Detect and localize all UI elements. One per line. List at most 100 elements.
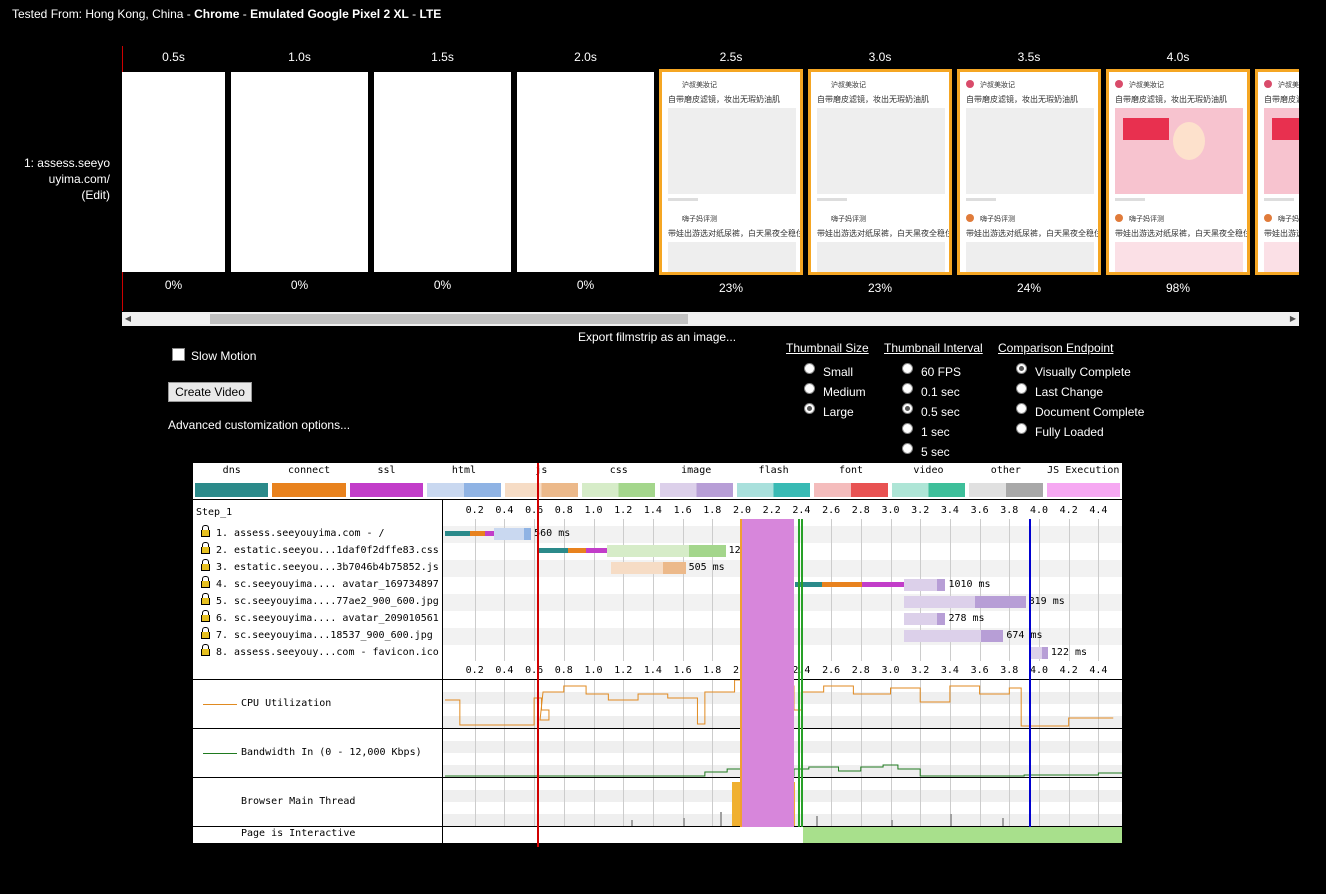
legend-item-dns: dns xyxy=(193,463,270,499)
legend-swatch xyxy=(814,483,888,497)
legend-label: flash xyxy=(758,465,789,476)
thumb-photo xyxy=(1115,108,1243,194)
request-row-label[interactable]: 6. sc.seeyouyima.... avatar_209010561 xyxy=(201,610,439,624)
filmstrip: 0.5s 0% 1.0s 0% 1.5s 0% 2.0s 0% 2.5s 沪叔美妝记 自带磨皮滤镜，… xyxy=(122,46,1299,327)
filmstrip-thumbnail[interactable] xyxy=(374,72,511,272)
legend-label: image xyxy=(681,465,712,476)
radio-5-sec[interactable] xyxy=(902,443,913,454)
radio-large[interactable] xyxy=(804,403,815,414)
option-label-large: Large xyxy=(823,405,854,419)
request-row-label[interactable]: 2. estatic.seeyou...1daf0f2dffe83.css xyxy=(201,542,439,556)
axis-tick-label: 1.0 xyxy=(584,505,603,516)
request-download-segment xyxy=(688,545,726,557)
option-label-0-1-sec: 0.1 sec xyxy=(921,385,960,399)
thumb-title-text: 带娃出游选对纸尿裤，白天黑夜全稳住 xyxy=(966,229,1101,238)
main-thread-tick xyxy=(1001,818,1004,826)
filmstrip-thumbnail[interactable] xyxy=(231,72,368,272)
thumb-author-text: 沪叔美妝记 xyxy=(682,81,717,89)
radio-0-5-sec[interactable] xyxy=(902,403,913,414)
thumb-title-text: 带娃出游选对纸尿裤，白天黑夜全稳住 xyxy=(668,229,803,238)
filmstrip-scrollbar[interactable]: ◀ ▶ xyxy=(122,312,1299,326)
legend-label: js xyxy=(535,465,548,476)
scroll-right-icon[interactable]: ▶ xyxy=(1287,312,1299,326)
radio-fully-loaded[interactable] xyxy=(1016,423,1027,434)
request-row-label[interactable]: 4. sc.seeyouyima.... avatar_169734897 xyxy=(201,576,439,590)
request-wait-segment xyxy=(903,579,937,591)
filmstrip-thumbnail[interactable] xyxy=(122,72,225,272)
legend-swatch xyxy=(504,483,579,497)
axis-tick-label: 4.2 xyxy=(1059,665,1078,676)
scroll-thumb[interactable] xyxy=(210,314,688,324)
gridline xyxy=(831,519,832,661)
thumb-placeholder xyxy=(817,108,945,194)
request-row-label[interactable]: 5. sc.seeyouyima....77ae2_900_600.jpg xyxy=(201,593,439,607)
request-row-label[interactable]: 1. assess.seeyouyima.com - / xyxy=(201,525,385,539)
request-url: 8. assess.seeyouy...com - favicon.ico xyxy=(216,647,439,658)
radio-document-complete[interactable] xyxy=(1016,403,1027,414)
waterfall-chart: dns connect ssl html js css image flash font vide… xyxy=(193,463,1122,847)
create-video-button[interactable]: Create Video xyxy=(168,382,252,402)
test-info: Tested From: Hong Kong, China - Chrome -… xyxy=(12,7,441,21)
axis-tick-label: 0.8 xyxy=(554,665,573,676)
thumb-meta-line xyxy=(966,198,996,201)
filmstrip-thumbnail[interactable]: 沪叔美妝记自带磨皮滤镜，妆出无瑕奶油肌嗨子妈评测带娃出游选对纸尿裤，白天黑夜全稳… xyxy=(1255,69,1299,275)
legend-label: other xyxy=(990,465,1021,476)
export-filmstrip-link[interactable]: Export filmstrip as an image... xyxy=(578,330,736,344)
test-url: 1: assess.seeyo uyima.com/ xyxy=(23,156,110,186)
axis-tick-label: 2.0 xyxy=(732,505,752,516)
slow-motion-option[interactable]: Slow Motion xyxy=(172,348,256,363)
radio-small[interactable] xyxy=(804,363,815,374)
scroll-left-icon[interactable]: ◀ xyxy=(122,312,134,326)
thumb-meta-line xyxy=(1264,198,1294,201)
lock-icon xyxy=(201,559,210,571)
dns-segment xyxy=(445,531,471,536)
interactive-bar xyxy=(802,827,1122,843)
filmstrip-thumbnail[interactable]: 沪叔美妝记自带磨皮滤镜，妆出无瑕奶油肌嗨子妈评测带娃出游选对纸尿裤，白天黑夜全稳… xyxy=(659,69,803,275)
filmstrip-thumbnail[interactable]: 沪叔美妝记自带磨皮滤镜，妆出无瑕奶油肌嗨子妈评测带娃出游选对纸尿裤，白天黑夜全稳… xyxy=(1106,69,1250,275)
request-row-label[interactable]: 8. assess.seeyouy...com - favicon.ico xyxy=(201,644,439,658)
gridline xyxy=(1069,519,1070,661)
axis-tick-label: 3.8 xyxy=(1000,505,1019,516)
edit-link[interactable]: (Edit) xyxy=(10,187,110,203)
thumb-placeholder xyxy=(817,242,945,272)
gridline xyxy=(861,519,862,661)
thumbnail-interval-heading[interactable]: Thumbnail Interval xyxy=(884,341,983,355)
gridline xyxy=(504,778,505,826)
radio-visually-complete[interactable] xyxy=(1016,363,1027,374)
axis-tick-label: 4.4 xyxy=(1089,505,1108,516)
request-row-label[interactable]: 3. estatic.seeyou...3b7046b4b75852.js xyxy=(201,559,439,573)
lock-icon xyxy=(201,610,210,622)
filmstrip-thumbnail[interactable] xyxy=(517,72,654,272)
comparison-endpoint-heading[interactable]: Comparison Endpoint xyxy=(998,341,1113,355)
advanced-options-link[interactable]: Advanced customization options... xyxy=(168,418,350,432)
avatar-icon xyxy=(1264,214,1272,222)
radio-last-change[interactable] xyxy=(1016,383,1027,394)
filmstrip-thumbnail[interactable]: 沪叔美妝记自带磨皮滤镜，妆出无瑕奶油肌嗨子妈评测带娃出游选对纸尿裤，白天黑夜全稳… xyxy=(808,69,952,275)
axis-tick-label: 3.4 xyxy=(940,665,959,676)
browser-name: Chrome xyxy=(194,7,240,21)
legend-swatch xyxy=(427,483,501,497)
axis-tick-label: 3.0 xyxy=(881,665,900,676)
request-row-label[interactable]: 7. sc.seeyouyima...18537_900_600.jpg xyxy=(201,627,433,641)
request-duration-label: 505 ms xyxy=(688,562,725,573)
option-label-5-sec: 5 sec xyxy=(921,445,950,459)
slow-motion-checkbox[interactable] xyxy=(172,348,185,361)
radio-medium[interactable] xyxy=(804,383,815,394)
legend-swatch xyxy=(349,483,424,497)
request-wait-segment xyxy=(606,545,689,557)
request-duration-label: 278 ms xyxy=(948,613,985,624)
thumbnail-size-heading[interactable]: Thumbnail Size xyxy=(786,341,869,355)
axis-tick-label: 2.8 xyxy=(851,665,870,676)
tested-from-text: Tested From: Hong Kong, China - xyxy=(12,7,195,21)
option-label-1-sec: 1 sec xyxy=(921,425,950,439)
radio-1-sec[interactable] xyxy=(902,423,913,434)
radio-0-1-sec[interactable] xyxy=(902,383,913,394)
legend-item-ssl: ssl xyxy=(348,463,425,499)
thumb-placeholder xyxy=(668,242,796,272)
radio-60-fps[interactable] xyxy=(902,363,913,374)
axis-tick-label: 3.4 xyxy=(940,505,959,516)
request-download-segment xyxy=(975,596,1026,608)
gridline xyxy=(1098,519,1099,661)
filmstrip-thumbnail[interactable]: 沪叔美妝记自带磨皮滤镜，妆出无瑕奶油肌嗨子妈评测带娃出游选对纸尿裤，白天黑夜全稳… xyxy=(957,69,1101,275)
axis-tick-label: 3.0 xyxy=(881,505,900,516)
